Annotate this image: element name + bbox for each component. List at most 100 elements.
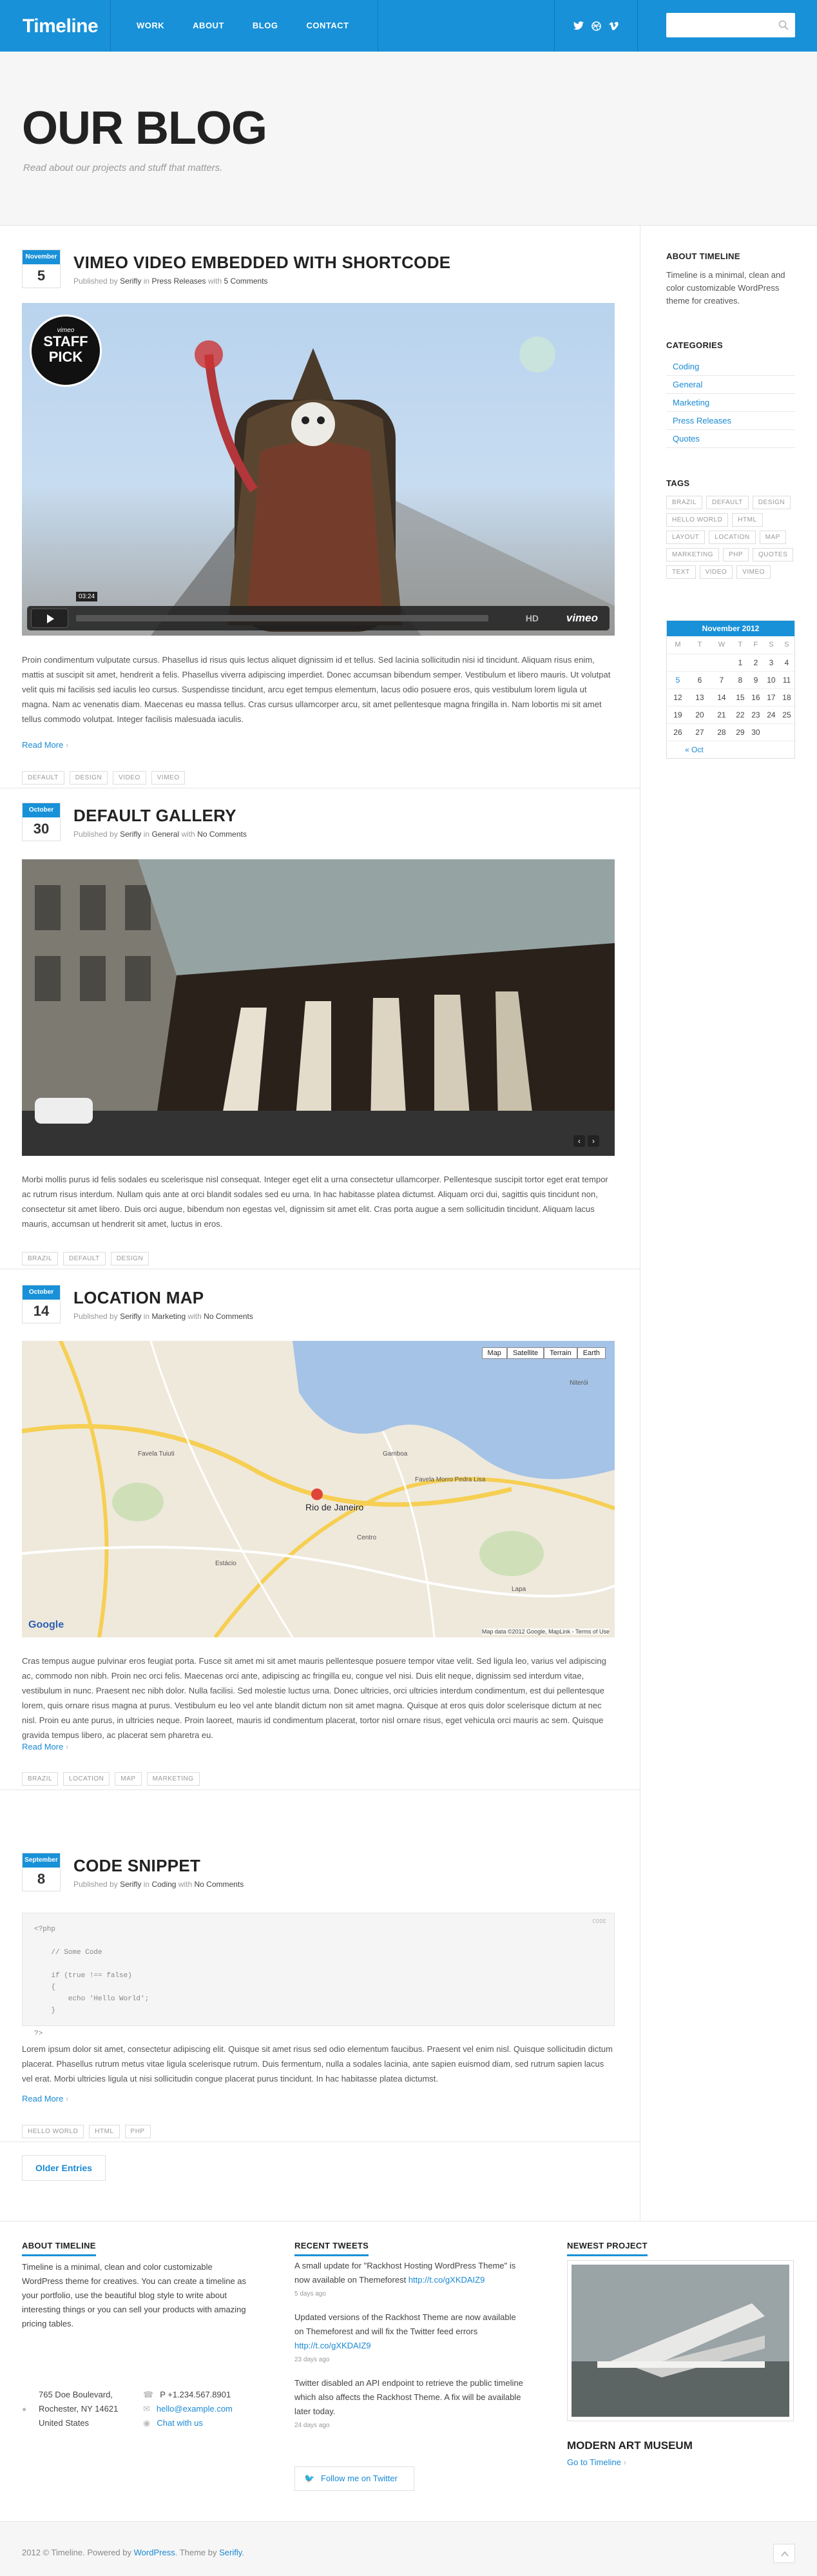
follow-twitter-button[interactable]: 🐦 Follow me on Twitter	[294, 2466, 414, 2491]
tag[interactable]: VIMEO	[151, 771, 186, 785]
tag[interactable]: VIDEO	[699, 565, 733, 579]
category-link[interactable]: Marketing	[666, 394, 795, 412]
arrow-left-icon[interactable]: ‹	[573, 1135, 585, 1147]
terrain-button[interactable]: Terrain	[544, 1347, 577, 1359]
tag[interactable]: MARKETING	[666, 548, 719, 561]
post-title[interactable]: DEFAULT GALLERY	[73, 806, 236, 826]
tag[interactable]: LAYOUT	[666, 531, 706, 544]
read-more-link[interactable]: Read More ›	[22, 740, 68, 750]
project-name[interactable]: MODERN ART MUSEUM	[567, 2439, 693, 2452]
tag[interactable]: DEFAULT	[63, 1252, 106, 1265]
tag[interactable]: HELLO WORLD	[666, 513, 729, 527]
back-to-top-button[interactable]	[773, 2544, 795, 2563]
email-link[interactable]: hello@example.com	[157, 2404, 233, 2414]
category-link[interactable]: General	[666, 376, 795, 394]
category-link[interactable]: Quotes	[666, 430, 795, 448]
twitter-icon[interactable]	[573, 21, 584, 30]
calendar-day-link[interactable]: 5	[667, 671, 689, 688]
category-link[interactable]: Coding	[666, 358, 795, 376]
post-title[interactable]: LOCATION MAP	[73, 1288, 204, 1308]
post-author[interactable]: Serifly	[120, 830, 141, 839]
tag[interactable]: PHP	[124, 2125, 151, 2138]
wordpress-link[interactable]: WordPress	[134, 2548, 175, 2557]
nav-contact[interactable]: CONTACT	[292, 0, 377, 52]
video-progress-bar[interactable]	[76, 615, 488, 621]
post-category[interactable]: Marketing	[151, 1312, 186, 1321]
map-button[interactable]: Map	[481, 1347, 507, 1359]
calendar-day: 20	[695, 710, 704, 719]
hd-button[interactable]: HD	[526, 613, 539, 623]
post-comments[interactable]: 5 Comments	[224, 277, 268, 286]
map-pin-icon: ●	[22, 2405, 27, 2414]
project-link[interactable]: Go to Timeline ›	[567, 2457, 626, 2467]
read-more-link[interactable]: Read More ›	[22, 2094, 68, 2103]
tag[interactable]: BRAZIL	[22, 1252, 59, 1265]
tweet-link[interactable]: http://t.co/gXKDAIZ9	[408, 2275, 485, 2285]
post-comments[interactable]: No Comments	[195, 1880, 244, 1889]
arrow-right-icon[interactable]: ›	[588, 1135, 599, 1147]
vimeo-icon[interactable]	[609, 21, 619, 30]
chat-link[interactable]: Chat with us	[157, 2418, 203, 2428]
tag[interactable]: HTML	[732, 513, 763, 527]
site-logo[interactable]: Timeline	[23, 15, 99, 37]
vimeo-logo[interactable]: vimeo	[566, 612, 598, 625]
earth-button[interactable]: Earth	[577, 1347, 606, 1359]
post-comments[interactable]: No Comments	[197, 830, 247, 839]
code-block[interactable]: CODE <?php // Some Code if (true !== fals…	[22, 1913, 615, 2038]
tag[interactable]: DESIGN	[752, 496, 791, 509]
search-icon[interactable]	[778, 20, 789, 30]
meta-prefix: Published by	[73, 1312, 118, 1321]
project-thumbnail[interactable]	[567, 2260, 794, 2421]
satellite-button[interactable]: Satellite	[506, 1347, 544, 1359]
video-player[interactable]: vimeo STAFF PICK 03:24 HD vimeo	[22, 303, 615, 636]
post-title[interactable]: VIMEO VIDEO EMBEDDED WITH SHORTCODE	[73, 253, 450, 273]
play-button[interactable]	[31, 609, 68, 628]
tag[interactable]: QUOTES	[753, 548, 794, 561]
google-logo[interactable]: Google	[28, 1619, 64, 1631]
meta-prefix: Published by	[73, 1880, 118, 1889]
staff-pick-badge: vimeo STAFF PICK	[30, 315, 102, 387]
tag[interactable]: DESIGN	[69, 771, 108, 785]
post-category[interactable]: Coding	[151, 1880, 176, 1889]
google-map[interactable]: Rio de Janeiro Gamboa Favela Morro Pedra…	[22, 1341, 615, 1637]
map-attribution[interactable]: Map data ©2012 Google, MapLink - Terms o…	[481, 1628, 610, 1635]
search-input[interactable]	[666, 13, 769, 37]
tag[interactable]: HELLO WORLD	[22, 2125, 84, 2138]
tag[interactable]: PHP	[722, 548, 749, 561]
tag[interactable]: LOCATION	[709, 531, 756, 544]
category-link[interactable]: Press Releases	[666, 412, 795, 430]
tag[interactable]: DESIGN	[110, 1252, 149, 1265]
footer-title: ABOUT TIMELINE	[22, 2241, 96, 2256]
tag[interactable]: BRAZIL	[22, 1772, 59, 1786]
tag[interactable]: BRAZIL	[666, 496, 703, 509]
tag[interactable]: LOCATION	[63, 1772, 110, 1786]
calendar-day: 25	[782, 710, 791, 719]
read-more-link[interactable]: Read More ›	[22, 1742, 68, 1751]
calendar-day: 1	[738, 658, 743, 667]
tag[interactable]: MAP	[115, 1772, 142, 1786]
tag[interactable]: DEFAULT	[22, 771, 64, 785]
gallery-slider[interactable]: ‹ ›	[22, 859, 615, 1156]
tag[interactable]: TEXT	[666, 565, 696, 579]
post-category[interactable]: Press Releases	[151, 277, 206, 286]
older-entries-button[interactable]: Older Entries	[22, 2155, 106, 2181]
calendar-prev-link[interactable]: « Oct	[667, 741, 733, 758]
post-title[interactable]: CODE SNIPPET	[73, 1856, 200, 1876]
tag[interactable]: MAP	[759, 531, 786, 544]
post-author[interactable]: Serifly	[120, 1312, 141, 1321]
tweet-link[interactable]: http://t.co/gXKDAIZ9	[294, 2341, 371, 2350]
tag[interactable]: VIMEO	[736, 565, 771, 579]
tag[interactable]: HTML	[89, 2125, 120, 2138]
serifly-link[interactable]: Serifly	[219, 2548, 242, 2557]
nav-work[interactable]: WORK	[111, 0, 178, 52]
post-category[interactable]: General	[151, 830, 179, 839]
post-comments[interactable]: No Comments	[204, 1312, 253, 1321]
nav-blog[interactable]: BLOG	[238, 0, 293, 52]
post-author[interactable]: Serifly	[120, 277, 141, 286]
dribbble-icon[interactable]	[591, 21, 601, 31]
tag[interactable]: MARKETING	[146, 1772, 200, 1786]
nav-about[interactable]: ABOUT	[178, 0, 238, 52]
post-author[interactable]: Serifly	[120, 1880, 141, 1889]
tag[interactable]: DEFAULT	[706, 496, 749, 509]
tag[interactable]: VIDEO	[113, 771, 146, 785]
